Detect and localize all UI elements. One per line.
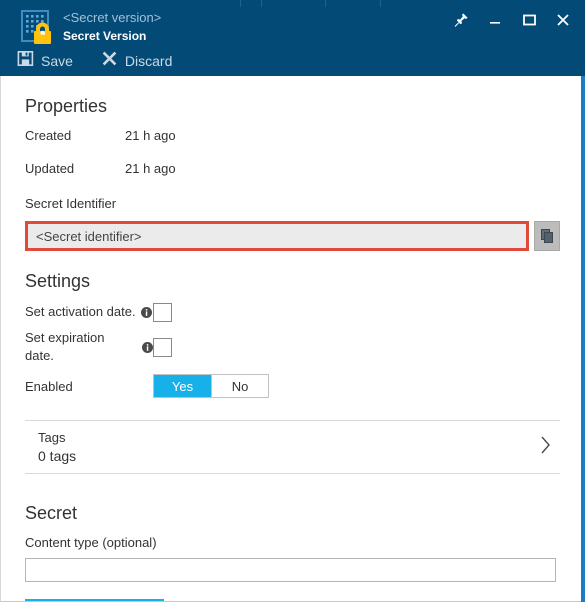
activation-date-label-wrap: Set activation date. xyxy=(25,303,153,321)
property-row-updated: Updated 21 h ago xyxy=(25,160,560,178)
created-value: 21 h ago xyxy=(125,128,176,143)
properties-heading: Properties xyxy=(25,96,108,116)
activation-date-label: Set activation date. xyxy=(25,304,136,319)
setting-row-enabled: Enabled Yes No xyxy=(25,374,560,398)
discard-button[interactable]: Discard xyxy=(101,50,172,72)
save-button-label: Save xyxy=(41,53,73,69)
content-type-input[interactable] xyxy=(25,558,556,582)
setting-row-expiration-date: Set expiration date. xyxy=(25,330,560,363)
enabled-toggle-no[interactable]: No xyxy=(211,375,268,397)
expiration-date-checkbox[interactable] xyxy=(153,337,172,357)
updated-label: Updated xyxy=(25,161,75,176)
property-row-created: Created 21 h ago xyxy=(25,127,560,145)
secret-section: Secret Content type (optional) Show secr… xyxy=(25,501,560,601)
copy-secret-identifier-button[interactable] xyxy=(534,221,560,251)
info-icon[interactable] xyxy=(140,306,152,318)
secret-identifier-label: Secret Identifier xyxy=(25,196,117,211)
pin-icon xyxy=(454,13,468,27)
enabled-toggle: Yes No xyxy=(153,374,269,398)
created-label: Created xyxy=(25,128,72,143)
maximize-icon xyxy=(523,14,536,26)
setting-row-activation-date: Set activation date. xyxy=(25,301,560,323)
enabled-toggle-yes[interactable]: Yes xyxy=(154,375,211,397)
titlebar-tick-strip xyxy=(240,0,585,7)
discard-x-icon xyxy=(101,50,118,72)
secret-identifier-row xyxy=(25,221,560,251)
secret-vault-lock-icon xyxy=(20,9,60,47)
secret-version-window: <Secret version> Secret Version Save Dis… xyxy=(0,0,585,602)
close-button[interactable] xyxy=(547,8,579,32)
right-accent-bar xyxy=(581,76,585,602)
window-title-block: <Secret version> Secret Version xyxy=(63,9,161,44)
close-icon xyxy=(557,14,569,26)
window-controls xyxy=(445,8,579,32)
secret-heading: Secret xyxy=(25,503,78,523)
window-titlebar: <Secret version> Secret Version Save Dis… xyxy=(0,0,585,76)
secret-identifier-input[interactable] xyxy=(25,221,529,251)
tags-title: Tags xyxy=(38,429,66,445)
chevron-right-icon xyxy=(538,434,552,461)
command-bar: Save Discard xyxy=(0,46,585,76)
tags-text: Tags 0 tags xyxy=(25,429,76,466)
window-subtitle: <Secret version> xyxy=(63,10,162,25)
save-floppy-icon xyxy=(17,50,34,72)
info-icon[interactable] xyxy=(142,341,153,353)
discard-button-label: Discard xyxy=(124,53,173,69)
secret-version-content: Properties Created 21 h ago Updated 21 h… xyxy=(0,76,585,602)
minimize-icon xyxy=(490,22,500,24)
settings-heading: Settings xyxy=(25,271,91,291)
save-button[interactable]: Save xyxy=(17,50,73,72)
updated-value: 21 h ago xyxy=(125,161,176,176)
enabled-label: Enabled xyxy=(25,378,73,394)
tags-row[interactable]: Tags 0 tags xyxy=(25,420,560,474)
maximize-button[interactable] xyxy=(513,8,545,32)
activation-date-checkbox[interactable] xyxy=(153,302,172,322)
tags-count: 0 tags xyxy=(38,447,77,464)
expiration-date-label-wrap: Set expiration date. xyxy=(25,329,153,365)
copy-icon xyxy=(541,229,553,243)
page-title: Secret Version xyxy=(63,29,147,43)
content-type-label: Content type (optional) xyxy=(25,535,157,550)
expiration-date-label: Set expiration date. xyxy=(25,330,105,363)
pin-button[interactable] xyxy=(445,8,477,32)
minimize-button[interactable] xyxy=(479,8,511,32)
